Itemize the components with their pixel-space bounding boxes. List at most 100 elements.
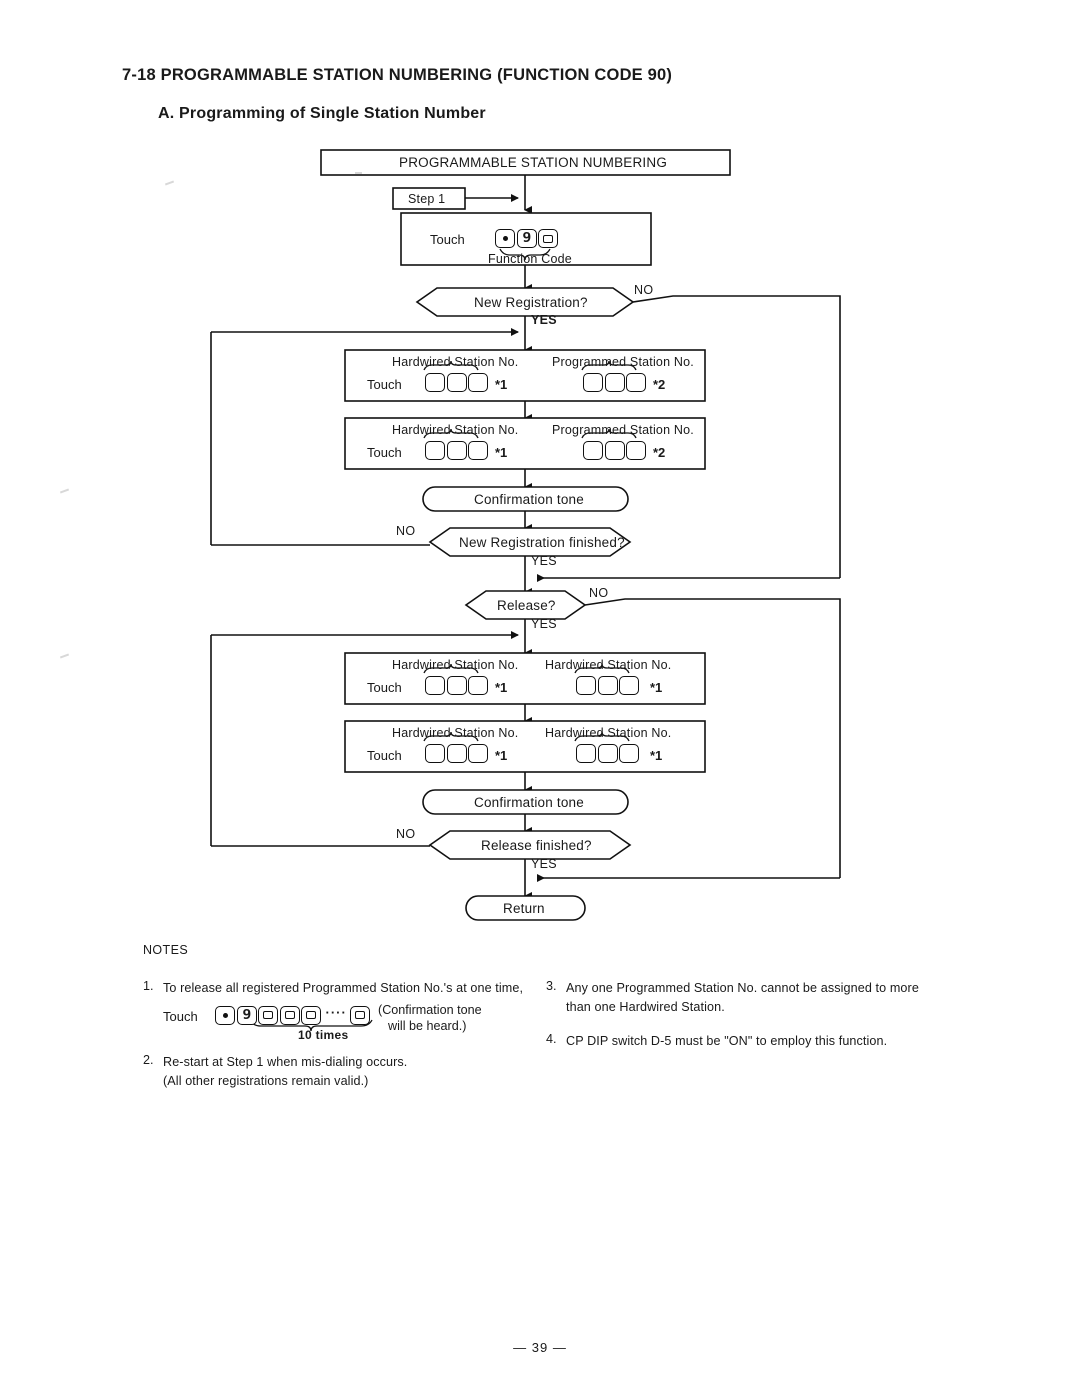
page-number: — 39 — — [513, 1340, 567, 1355]
rel-step-1-left-heading: Hardwired Station No. — [392, 658, 519, 672]
branch-yes-release: YES — [531, 617, 557, 631]
note-1-touch-label: Touch — [163, 1009, 198, 1024]
note-1-aside-line2: will be heard.) — [388, 1019, 467, 1033]
key-blank-icon[interactable] — [468, 744, 488, 763]
key-blank-icon[interactable] — [446, 441, 467, 460]
branch-yes-release-finished: YES — [531, 857, 557, 871]
note-2-number: 2. — [143, 1053, 154, 1067]
note-4-number: 4. — [546, 1032, 557, 1046]
key-blank-icon[interactable] — [446, 744, 467, 763]
key-blank-icon[interactable] — [446, 676, 467, 695]
rel-step-2-touch-label: Touch — [367, 748, 402, 763]
reg-step-2-left-heading: Hardwired Station No. — [392, 423, 519, 437]
key-blank-icon[interactable] — [597, 676, 618, 695]
note-1-text: To release all registered Programmed Sta… — [163, 981, 524, 995]
key-blank-icon[interactable] — [626, 373, 646, 392]
key-0-icon[interactable] — [538, 229, 558, 248]
reg-step-2-touch-label: Touch — [367, 445, 402, 460]
decision-release-label: Release? — [497, 598, 556, 613]
reg-step-2-right-heading: Programmed Station No. — [552, 423, 694, 437]
ellipsis-icon: ···· — [325, 1005, 347, 1020]
rel-step-2-right-keyrow[interactable] — [576, 744, 641, 763]
rel-step-2-left-heading: Hardwired Station No. — [392, 726, 519, 740]
reg-step-1-left-heading: Hardwired Station No. — [392, 355, 519, 369]
reg-step-1-right-note: *2 — [653, 377, 666, 392]
key-blank-icon[interactable] — [604, 373, 625, 392]
note-3-line2: than one Hardwired Station. — [566, 1000, 725, 1014]
branch-no-release: NO — [589, 586, 609, 600]
reg-step-1-touch-label: Touch — [367, 377, 402, 392]
note-4-line1: CP DIP switch D-5 must be "ON" to employ… — [566, 1034, 888, 1048]
key-blank-icon[interactable] — [468, 441, 488, 460]
key-blank-icon[interactable] — [446, 373, 467, 392]
section-subtitle: A. Programming of Single Station Number — [158, 105, 486, 122]
rel-step-1-touch-label: Touch — [367, 680, 402, 695]
key-blank-icon[interactable] — [604, 441, 625, 460]
branch-no-new-registration-finished: NO — [396, 524, 416, 538]
reg-step-1-left-keyrow[interactable] — [425, 373, 490, 392]
reg-step-2-right-note: *2 — [653, 445, 666, 460]
reg-step-2-right-keyrow[interactable] — [583, 441, 648, 460]
confirmation-tone-label-1: Confirmation tone — [474, 492, 584, 507]
key-blank-icon[interactable] — [425, 373, 445, 392]
key-blank-icon[interactable] — [425, 744, 445, 763]
document-page: 7-18 PROGRAMMABLE STATION NUMBERING (FUN… — [0, 0, 1080, 1397]
key-9-icon[interactable]: 9 — [236, 1005, 257, 1025]
rel-step-2-right-heading: Hardwired Station No. — [545, 726, 672, 740]
key-9-icon[interactable]: 9 — [516, 229, 537, 248]
key-blank-icon[interactable] — [576, 744, 596, 763]
key-blank-icon[interactable] — [583, 373, 603, 392]
note-1-brace-label: 10 times — [298, 1028, 349, 1042]
step-marker-label: Step 1 — [408, 192, 446, 206]
key-blank-icon[interactable] — [619, 744, 639, 763]
key-0-icon[interactable] — [258, 1005, 278, 1025]
flowchart-linework — [210, 149, 841, 1032]
confirmation-tone-label-2: Confirmation tone — [474, 795, 584, 810]
function-code-touch-label: Touch — [430, 232, 465, 247]
note-1-aside-line1: (Confirmation tone — [378, 1003, 482, 1017]
branch-yes-new-registration-finished: YES — [531, 554, 557, 568]
rel-step-1-right-heading: Hardwired Station No. — [545, 658, 672, 672]
rel-step-1-right-keyrow[interactable] — [576, 676, 641, 695]
rel-step-2-left-keyrow[interactable] — [425, 744, 490, 763]
scan-speckle — [59, 488, 70, 494]
key-0-icon[interactable] — [301, 1005, 321, 1025]
decision-new-registration-finished-label: New Registration finished? — [459, 535, 625, 550]
key-blank-icon[interactable] — [576, 676, 596, 695]
note-1-number: 1. — [143, 979, 154, 993]
key-0-icon[interactable] — [349, 1005, 370, 1025]
key-0-icon[interactable] — [279, 1005, 300, 1025]
reg-step-2-left-note: *1 — [495, 445, 508, 460]
function-code-keyrow[interactable]: 9 — [495, 229, 560, 248]
rel-step-1-left-note: *1 — [495, 680, 508, 695]
scan-speckle — [164, 180, 175, 186]
key-blank-icon[interactable] — [468, 676, 488, 695]
flow-start-label: PROGRAMMABLE STATION NUMBERING — [399, 155, 668, 170]
page-title: 7-18 PROGRAMMABLE STATION NUMBERING (FUN… — [122, 66, 673, 84]
note-1-keyrow[interactable]: 9 ···· — [215, 1005, 371, 1025]
key-blank-icon[interactable] — [425, 441, 445, 460]
key-dot-icon[interactable] — [215, 1005, 235, 1025]
key-dot-icon[interactable] — [495, 229, 515, 248]
key-blank-icon[interactable] — [583, 441, 603, 460]
key-blank-icon[interactable] — [468, 373, 488, 392]
decision-new-registration-label: New Registration? — [474, 295, 588, 310]
branch-no-new-registration: NO — [634, 283, 654, 297]
scan-speckle — [59, 653, 70, 659]
reg-step-1-left-note: *1 — [495, 377, 508, 392]
note-2-line2: (All other registrations remain valid.) — [163, 1074, 369, 1088]
key-blank-icon[interactable] — [626, 441, 646, 460]
decision-release-finished-label: Release finished? — [481, 838, 592, 853]
note-3-number: 3. — [546, 979, 557, 993]
key-blank-icon[interactable] — [425, 676, 445, 695]
function-code-caption: Function Code — [488, 252, 572, 266]
key-blank-icon[interactable] — [597, 744, 618, 763]
reg-step-2-left-keyrow[interactable] — [425, 441, 490, 460]
reg-step-1-right-keyrow[interactable] — [583, 373, 648, 392]
branch-no-release-finished: NO — [396, 827, 416, 841]
rel-step-2-left-note: *1 — [495, 748, 508, 763]
key-blank-icon[interactable] — [619, 676, 639, 695]
rel-step-1-left-keyrow[interactable] — [425, 676, 490, 695]
rel-step-1-right-note: *1 — [650, 680, 663, 695]
note-3-line1: Any one Programmed Station No. cannot be… — [566, 981, 919, 995]
